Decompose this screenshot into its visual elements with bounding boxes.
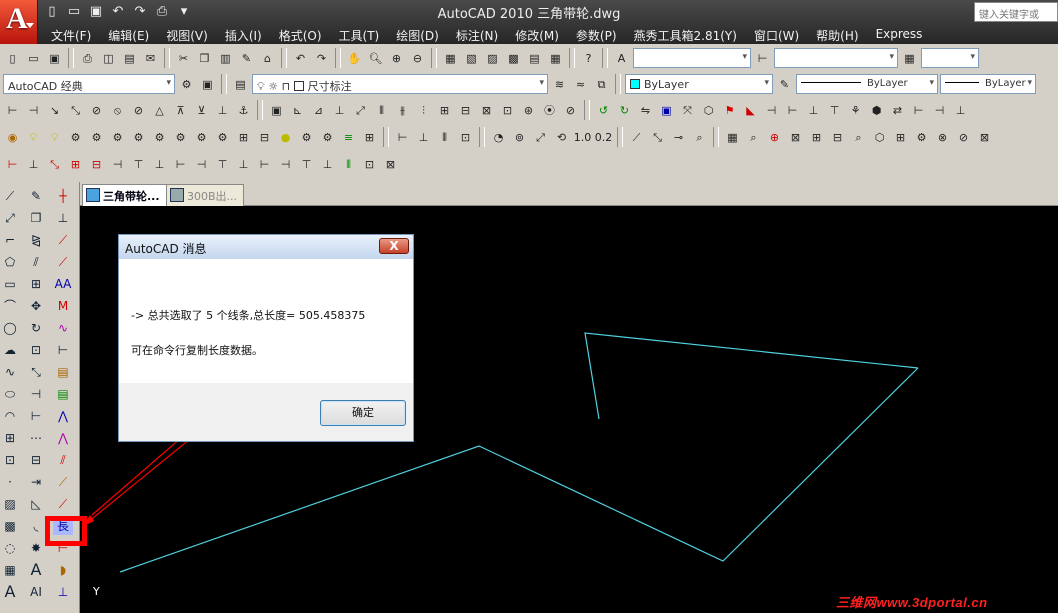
watermark: 三维网www.3dportal.cn [836,595,988,610]
autocad-message-dialog: AutoCAD 消息 X -> 总共选取了 5 个线条,总长度= 505.458… [118,234,414,442]
dialog-title: AutoCAD 消息 [125,242,207,256]
close-icon[interactable]: X [379,238,409,254]
ok-button[interactable]: 确定 [320,400,406,426]
selected-polyline-upper[interactable] [584,332,919,420]
autocad-window: A ▯ ▭ ▣ ↶ ↷ ⎙ ▾ AutoCAD 2010 三角带轮.dwg 键入… [0,0,1058,613]
dialog-message-copy-hint: 可在命令行复制长度数据。 [131,344,263,357]
dialog-title-bar: AutoCAD 消息 X [119,235,413,259]
dialog-body: -> 总共选取了 5 个线条,总长度= 505.458375 可在命令行复制长度… [119,259,413,383]
ucs-icon-y-label: Y [93,585,100,598]
dialog-message-total-length: -> 总共选取了 5 个线条,总长度= 505.458375 [131,309,366,322]
annotation-highlight-box [45,516,87,546]
